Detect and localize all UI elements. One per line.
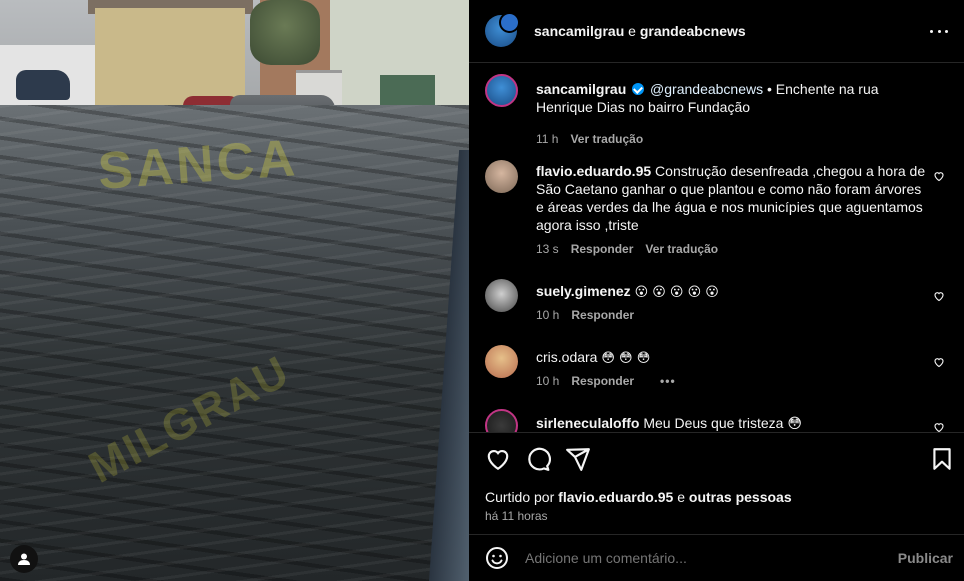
add-comment-bar: Publicar bbox=[469, 535, 964, 581]
comment-body: 😳 😳 😳 bbox=[601, 351, 651, 366]
likes-conjunction: e bbox=[677, 489, 685, 505]
action-bar bbox=[469, 440, 964, 480]
bookmark-icon[interactable] bbox=[929, 446, 955, 472]
image-car bbox=[16, 70, 70, 100]
comments-list[interactable]: sancamilgrau @grandeabcnews • Enchente n… bbox=[469, 64, 964, 432]
more-icon[interactable]: ••• bbox=[660, 374, 676, 388]
comment-age: 10 h bbox=[536, 374, 560, 388]
share-icon[interactable] bbox=[565, 446, 591, 472]
comment-icon[interactable] bbox=[525, 446, 551, 472]
comment-age: 11 h bbox=[536, 132, 559, 146]
comment-username[interactable]: sirleneculaloffo bbox=[536, 415, 639, 431]
comment-text: sirleneculaloffo Meu Deus que tristeza 😳 bbox=[536, 414, 928, 432]
comment-meta: 13 s Responder Ver tradução bbox=[536, 242, 718, 256]
avatar[interactable] bbox=[485, 279, 518, 312]
image-tree bbox=[250, 0, 320, 65]
translate-link[interactable]: Ver tradução bbox=[645, 242, 718, 256]
post-side-panel: sancamilgrau e grandeabcnews sancamilgra… bbox=[469, 0, 964, 581]
comment-meta: 10 h Responder bbox=[536, 308, 634, 322]
emoji-icon[interactable] bbox=[485, 546, 509, 570]
comment-meta: 10 h Responder ••• bbox=[536, 374, 676, 388]
avatar[interactable] bbox=[485, 409, 518, 432]
avatar[interactable] bbox=[485, 74, 518, 107]
comment-username[interactable]: suely.gimenez bbox=[536, 283, 631, 299]
post-comment-button[interactable]: Publicar bbox=[898, 550, 953, 566]
reply-link[interactable]: Responder bbox=[571, 308, 634, 322]
caption-text: sancamilgrau @grandeabcnews • Enchente n… bbox=[536, 80, 928, 116]
mention-link[interactable]: @grandeabcnews bbox=[650, 81, 763, 97]
image-building bbox=[95, 8, 245, 108]
comment-body: 😮 😮 😮 😮 😮 bbox=[634, 285, 719, 300]
post-image[interactable]: SANCA MILGRAU bbox=[0, 0, 469, 581]
comment-body: Meu Deus que tristeza 😳 bbox=[643, 415, 802, 431]
author-conjunction: e bbox=[628, 23, 636, 39]
reply-link[interactable]: Responder bbox=[571, 374, 634, 388]
coauthor-link[interactable]: grandeabcnews bbox=[640, 23, 746, 39]
divider bbox=[469, 432, 964, 433]
likes-prefix: Curtido por bbox=[485, 489, 555, 505]
heart-icon[interactable] bbox=[933, 356, 945, 368]
likes-summary: Curtido por flavio.eduardo.95 e outras p… bbox=[485, 489, 792, 505]
comment-text: suely.gimenez 😮 😮 😮 😮 😮 bbox=[536, 282, 928, 302]
avatar[interactable] bbox=[485, 160, 518, 193]
other-likers-link[interactable]: outras pessoas bbox=[689, 489, 792, 505]
post-authors: sancamilgrau e grandeabcnews bbox=[534, 23, 746, 39]
user-tag-icon[interactable] bbox=[10, 545, 38, 573]
comment-input[interactable] bbox=[525, 550, 898, 566]
comment-meta: 11 h Ver tradução bbox=[536, 132, 643, 146]
comment-text: flavio.eduardo.95 Construção desenfreada… bbox=[536, 162, 928, 234]
heart-icon[interactable] bbox=[933, 290, 945, 302]
comment-username[interactable]: cris.odara bbox=[536, 349, 597, 365]
post-timestamp[interactable]: há 11 horas bbox=[485, 509, 548, 523]
comment-age: 13 s bbox=[536, 242, 559, 256]
heart-icon[interactable] bbox=[933, 170, 945, 182]
verified-icon bbox=[632, 83, 645, 95]
comment-text: cris.odara 😳 😳 😳 bbox=[536, 348, 928, 368]
avatar[interactable] bbox=[485, 12, 520, 47]
heart-icon[interactable] bbox=[485, 446, 511, 472]
translate-link[interactable]: Ver tradução bbox=[570, 132, 643, 146]
comment-username[interactable]: flavio.eduardo.95 bbox=[536, 163, 651, 179]
avatar[interactable] bbox=[485, 345, 518, 378]
heart-icon[interactable] bbox=[933, 421, 945, 432]
reply-link[interactable]: Responder bbox=[571, 242, 634, 256]
comment-username[interactable]: sancamilgrau bbox=[536, 81, 626, 97]
comment-age: 10 h bbox=[536, 308, 560, 322]
author-link[interactable]: sancamilgrau bbox=[534, 23, 624, 39]
liker-link[interactable]: flavio.eduardo.95 bbox=[558, 489, 673, 505]
post-header: sancamilgrau e grandeabcnews bbox=[469, 0, 964, 63]
more-icon[interactable] bbox=[930, 22, 948, 40]
